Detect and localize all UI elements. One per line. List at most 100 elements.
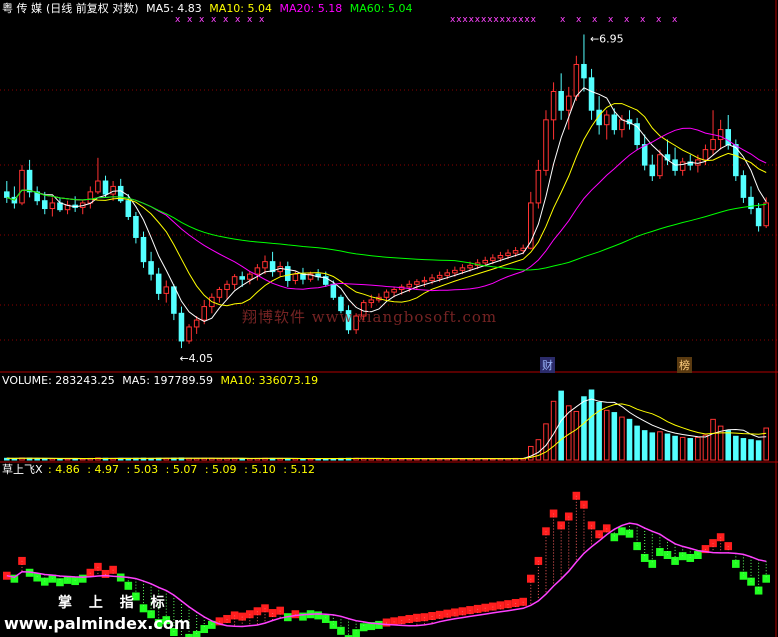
candle-body [330, 283, 337, 298]
candle-body [391, 288, 397, 293]
candle-body [467, 264, 473, 269]
volume-bar [695, 436, 701, 461]
candle-body [611, 114, 618, 131]
volume-bar [619, 416, 625, 461]
candle-body [603, 114, 610, 126]
volume-bar [573, 410, 580, 461]
signal-marker: x [481, 15, 487, 25]
volume-bar [581, 396, 587, 461]
signal-marker: x [592, 15, 598, 25]
volume-bar [657, 431, 663, 461]
signal-marker: x [656, 15, 662, 25]
signal-marker: x [624, 15, 630, 25]
volume-bar [672, 435, 678, 461]
candle-body [740, 175, 747, 198]
volume-bar [740, 438, 747, 461]
candle-body [763, 202, 769, 227]
candle-body [444, 272, 451, 276]
signal-marker: x [640, 15, 646, 25]
signal-marker: x [512, 15, 518, 25]
candle-body [482, 259, 489, 264]
signal-marker: x [518, 15, 524, 25]
candle-body [565, 95, 572, 111]
candle-body [87, 191, 94, 204]
candle-body [512, 250, 519, 254]
candle-body [171, 286, 177, 314]
candle-body [657, 154, 663, 177]
volume-bar [641, 430, 648, 461]
candle-body [163, 286, 170, 294]
candle-body [505, 252, 511, 256]
volume-bar [710, 418, 716, 461]
volume-bar [588, 389, 595, 461]
volume-bar [649, 432, 656, 461]
signal-marker: x [199, 15, 205, 25]
ranking-marker[interactable]: 榜 [677, 357, 692, 373]
candle-body [383, 291, 390, 298]
volume-bar [725, 430, 732, 461]
candle-body [133, 215, 139, 238]
signal-marker: x [450, 15, 456, 25]
candle-body [254, 267, 261, 275]
candle-body [95, 180, 101, 193]
candle-body [725, 129, 732, 146]
candle-body [193, 319, 200, 328]
signal-marker: x [259, 15, 265, 25]
candle-body [641, 144, 648, 166]
volume-bar [543, 423, 549, 461]
volume-bar [634, 425, 640, 461]
candle-body [755, 208, 762, 227]
signal-marker: x [456, 15, 462, 25]
candle-body [231, 276, 238, 285]
candle-body [102, 180, 109, 195]
volume-bar [733, 435, 739, 461]
signal-marker: x [576, 15, 582, 25]
candle-body [679, 161, 686, 171]
volume-bar [687, 438, 694, 461]
signal-marker: x [211, 15, 217, 25]
candle-body [57, 202, 63, 211]
candle-body [497, 254, 504, 259]
signal-marker: x [235, 15, 241, 25]
candle-body [649, 164, 656, 177]
candle-body [216, 288, 223, 298]
volume-bar [535, 439, 542, 461]
high-price-label: ←6.95 [590, 32, 624, 45]
candle-body [459, 267, 466, 271]
signal-marker: x [506, 15, 512, 25]
site-watermark: 翔博软件 www.xiangbosoft.com [242, 308, 498, 326]
candle-body [284, 266, 291, 281]
volume-bar [679, 436, 686, 461]
candle-body [414, 281, 420, 285]
signal-marker: x [475, 15, 481, 25]
candle-body [186, 326, 192, 342]
candle-body [717, 129, 724, 141]
candle-body [368, 299, 375, 304]
candle-body [558, 90, 564, 111]
volume-bar [664, 433, 671, 461]
palm-watermark-cn: 掌 上 指 标 [58, 595, 171, 611]
candle-body [581, 63, 587, 79]
signal-marker: x [608, 15, 614, 25]
finance-marker[interactable]: 财 [540, 357, 555, 373]
signal-marker: x [223, 15, 229, 25]
candle-body [550, 90, 557, 121]
candle-body [239, 276, 245, 280]
signal-marker: x [462, 15, 468, 25]
candle-body [148, 261, 154, 275]
volume-bar [626, 418, 633, 461]
volume-bar [763, 427, 769, 461]
candle-body [140, 236, 147, 263]
volume-bar [702, 434, 709, 461]
volume-bar [755, 440, 762, 461]
candle-body [224, 283, 230, 290]
volume-bar [603, 409, 610, 461]
signal-marker: x [175, 15, 181, 25]
volume-bar [558, 390, 564, 461]
candle-body [429, 277, 435, 281]
candle-body [710, 139, 716, 151]
indicator-block [33, 573, 41, 582]
palm-watermark-url: www.palmindex.com [4, 614, 191, 633]
candle-body [452, 269, 458, 274]
signal-marker: x [469, 15, 475, 25]
